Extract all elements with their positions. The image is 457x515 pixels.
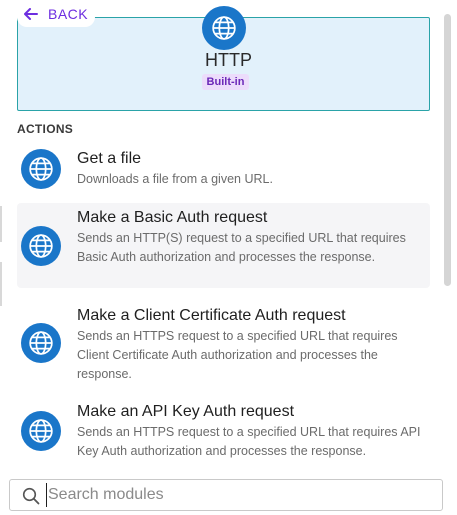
builtin-badge: Built-in — [202, 74, 249, 90]
arrow-left-icon — [24, 7, 38, 20]
search-input[interactable] — [46, 483, 436, 507]
action-item-api-key-auth[interactable]: Make an API Key Auth request Sends an HT… — [17, 401, 430, 463]
left-edge-marker — [0, 262, 2, 306]
section-label-actions: ACTIONS — [17, 122, 74, 136]
module-title: HTTP — [205, 50, 252, 70]
globe-icon — [21, 323, 61, 363]
action-item-basic-auth[interactable]: Make a Basic Auth request Sends an HTTP(… — [17, 203, 430, 288]
globe-icon — [21, 411, 61, 451]
globe-icon — [21, 226, 61, 266]
back-button[interactable]: BACK — [17, 0, 95, 27]
search-box — [9, 479, 443, 511]
module-picker-panel: BACK HTTP Built-in ACTIONS Get a file Do… — [0, 0, 457, 515]
left-edge-marker — [0, 206, 2, 242]
globe-icon — [21, 149, 61, 189]
action-title: Get a file — [77, 150, 142, 167]
action-item-get-file[interactable]: Get a file Downloads a file from a given… — [17, 148, 430, 198]
action-title: Make a Client Certificate Auth request — [77, 307, 346, 324]
action-description: Sends an HTTP(S) request to a specified … — [77, 231, 406, 264]
action-title: Make an API Key Auth request — [77, 403, 295, 420]
search-icon — [22, 487, 40, 505]
action-title: Make a Basic Auth request — [77, 209, 268, 226]
action-description: Sends an HTTPS request to a specified UR… — [77, 329, 398, 381]
back-label: BACK — [48, 5, 89, 22]
scrollbar[interactable] — [444, 14, 451, 286]
action-item-client-cert-auth[interactable]: Make a Client Certificate Auth request S… — [17, 304, 430, 384]
action-description: Sends an HTTPS request to a specified UR… — [77, 425, 421, 458]
globe-icon — [202, 6, 246, 50]
action-description: Downloads a file from a given URL. — [77, 172, 273, 186]
